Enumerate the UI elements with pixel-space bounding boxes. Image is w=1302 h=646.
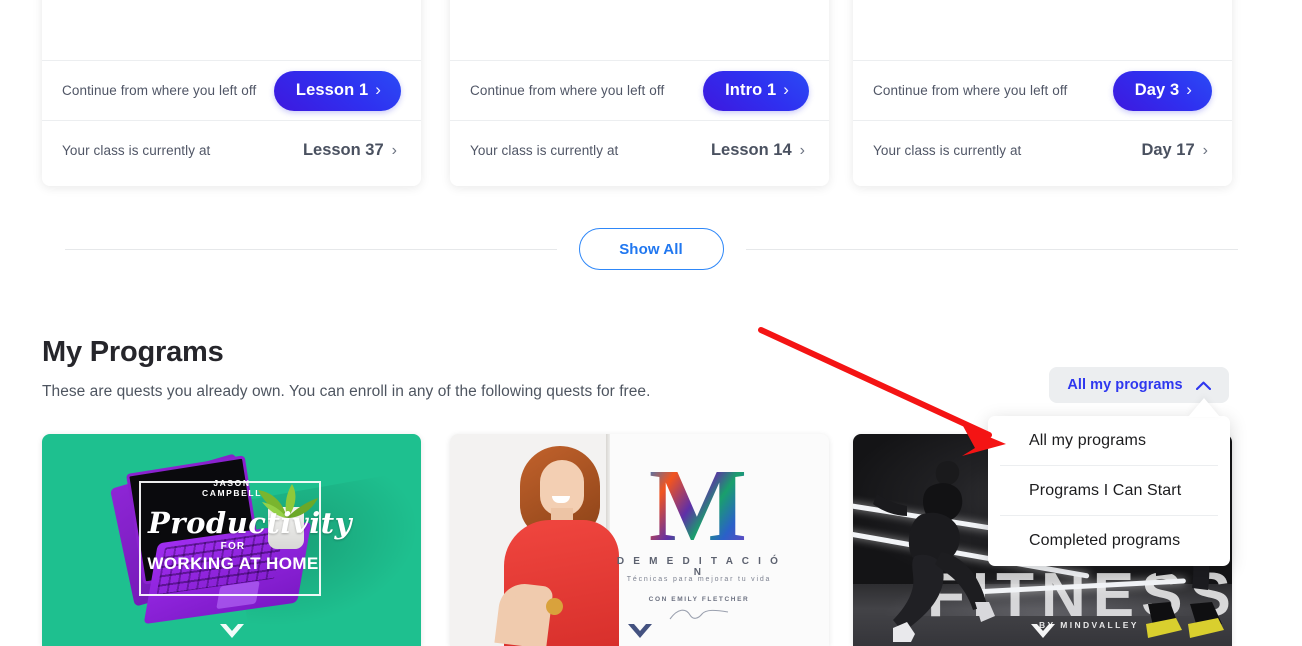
continue-button[interactable]: Intro 1 › (703, 70, 809, 111)
program-title-for: FOR (220, 541, 246, 552)
signature-decor (669, 609, 729, 620)
person-hands-decor (508, 594, 550, 624)
filter-dropdown-label: All my programs (1067, 377, 1183, 393)
class-label: Your class is currently at (62, 143, 211, 158)
mindvalley-leaf-icon (219, 624, 244, 638)
continue-button-label: Lesson 1 (295, 81, 369, 99)
program-logo-letter: M (646, 454, 750, 558)
page-subtitle: These are quests you already own. You ca… (42, 383, 651, 400)
class-value: Lesson 37 (302, 141, 384, 159)
continue-row: Continue from where you left off Intro 1… (450, 60, 829, 120)
show-all-button[interactable]: Show All (578, 228, 724, 270)
chevron-right-icon: › (375, 80, 381, 99)
card-media-area (853, 0, 1232, 60)
divider-right (745, 248, 1238, 250)
continue-card[interactable]: Continue from where you left off Intro 1… (450, 0, 829, 186)
filter-option-completed[interactable]: Completed programs (1000, 516, 1218, 566)
chevron-right-icon: › (391, 141, 397, 159)
program-author: JASON CAMPBELL (201, 478, 263, 498)
continue-button-label: Day 3 (1134, 81, 1180, 99)
continue-row: Continue from where you left off Day 3 › (853, 60, 1232, 120)
page-title: My Programs (42, 336, 224, 368)
filter-option-all[interactable]: All my programs (1000, 416, 1218, 466)
program-card-meditacion[interactable]: M D E M E D I T A C I Ó N Técnicas para … (450, 434, 829, 646)
divider-left (64, 248, 557, 250)
class-link[interactable]: Lesson 37 › (303, 141, 401, 160)
continue-label: Continue from where you left off (62, 83, 257, 98)
chevron-right-icon: › (1202, 141, 1208, 159)
class-link[interactable]: Lesson 14 › (711, 141, 809, 160)
continue-row: Continue from where you left off Lesson … (42, 60, 421, 120)
mindvalley-leaf-icon (1030, 624, 1055, 638)
chevron-right-icon: › (799, 141, 805, 159)
chevron-right-icon: › (783, 80, 789, 99)
class-row: Your class is currently at Day 17 › (853, 120, 1232, 180)
continue-card[interactable]: Continue from where you left off Day 3 ›… (853, 0, 1232, 186)
mindvalley-leaf-icon (627, 624, 652, 638)
program-title: Productivity (148, 506, 352, 540)
chevron-right-icon: › (1186, 80, 1192, 99)
dropdown-caret (1188, 398, 1220, 417)
class-link[interactable]: Day 17 › (1141, 141, 1212, 160)
class-label: Your class is currently at (470, 143, 619, 158)
continue-button-label: Intro 1 (725, 81, 777, 99)
program-subtitle: Técnicas para mejorar tu vida (626, 576, 772, 583)
continue-cards-row: Continue from where you left off Lesson … (0, 0, 1302, 186)
continue-label: Continue from where you left off (470, 83, 665, 98)
program-subtitle: WORKING AT HOME (147, 554, 319, 573)
runner-left-decor (873, 460, 995, 642)
continue-button[interactable]: Day 3 › (1112, 70, 1212, 111)
program-author: CON EMILY FLETCHER (648, 596, 750, 603)
class-label: Your class is currently at (873, 143, 1022, 158)
person-watch-decor (546, 598, 563, 615)
class-row: Your class is currently at Lesson 14 › (450, 120, 829, 180)
continue-card[interactable]: Continue from where you left off Lesson … (42, 0, 421, 186)
class-row: Your class is currently at Lesson 37 › (42, 120, 421, 180)
filter-dropdown-menu: All my programs Programs I Can Start Com… (988, 416, 1230, 566)
class-value: Day 17 (1141, 141, 1195, 159)
page-root: Continue from where you left off Lesson … (0, 0, 1302, 646)
filter-option-can-start[interactable]: Programs I Can Start (1000, 466, 1218, 516)
continue-button[interactable]: Lesson 1 › (273, 70, 401, 111)
card-media-area (42, 0, 421, 60)
continue-label: Continue from where you left off (873, 83, 1068, 98)
program-card-productivity[interactable]: JASON CAMPBELL Productivity FOR WORKING … (42, 434, 421, 646)
card-media-area (450, 0, 829, 60)
show-all-section: Show All (0, 228, 1302, 270)
chevron-up-icon (1195, 381, 1211, 390)
class-value: Lesson 14 (710, 141, 792, 159)
